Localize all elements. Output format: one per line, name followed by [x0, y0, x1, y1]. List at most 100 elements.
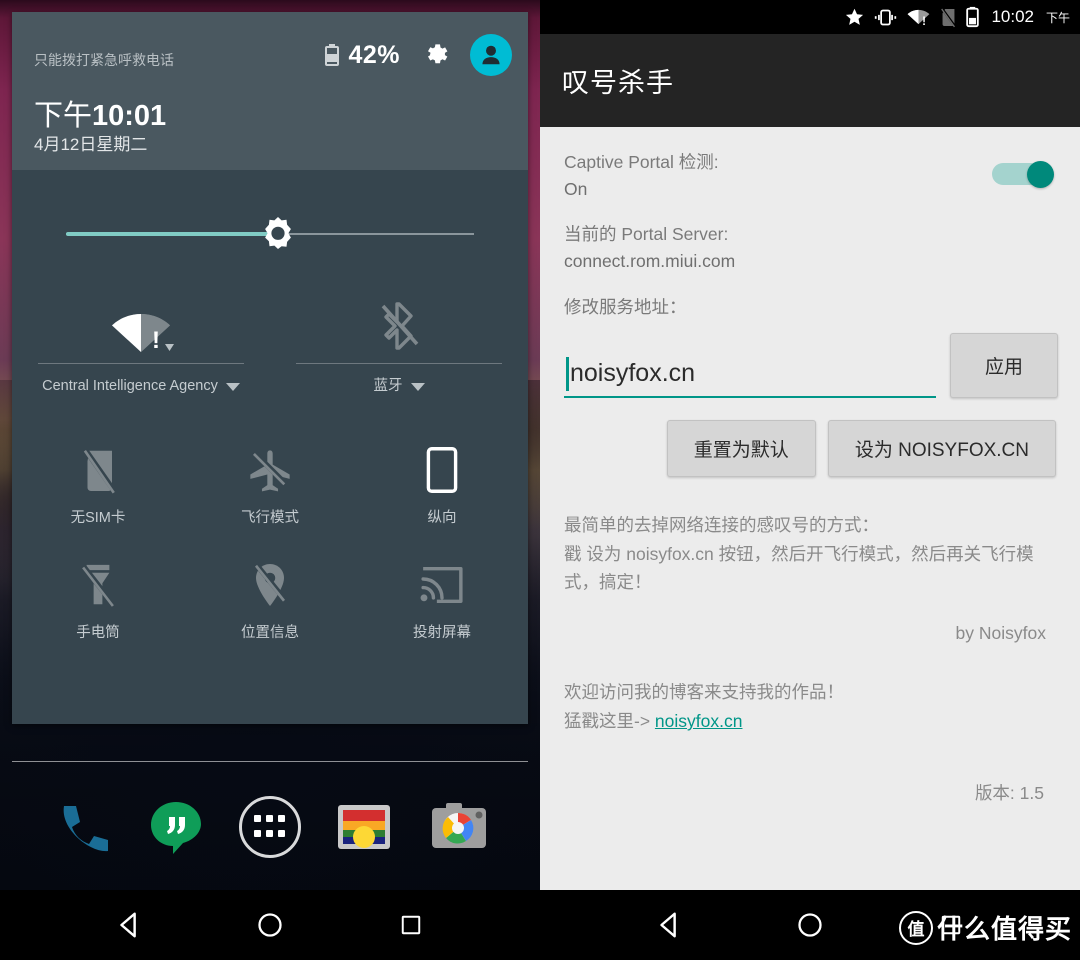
wifi-warning-icon: !	[12, 280, 270, 354]
home-icon[interactable]	[250, 905, 290, 945]
app-content: Captive Portal 检测: On 当前的 Portal Server:…	[540, 127, 1080, 890]
home-icon[interactable]	[790, 905, 830, 945]
brightness-thumb[interactable]	[259, 215, 297, 253]
portrait-rotation-icon	[356, 438, 528, 502]
tile-airplane[interactable]: 飞行模式	[184, 438, 356, 527]
tile-wifi[interactable]: ! Central Intelligence Agency	[12, 280, 270, 430]
location-off-icon	[184, 553, 356, 617]
tile-location[interactable]: 位置信息	[184, 553, 356, 642]
tile-rotation-label: 纵向	[427, 510, 457, 526]
tile-wifi-label: Central Intelligence Agency	[42, 378, 218, 394]
avatar[interactable]	[470, 34, 512, 76]
back-icon[interactable]	[649, 905, 689, 945]
battery-icon	[966, 6, 980, 28]
tile-airplane-label: 飞行模式	[241, 510, 299, 526]
battery-percent-label: 42%	[348, 40, 400, 69]
no-sim-icon	[12, 438, 184, 502]
watermark-text: 什么值得买	[936, 915, 1072, 945]
no-sim-icon	[941, 6, 957, 28]
svg-text:!: !	[923, 15, 927, 27]
shade-header: 只能拨打紧急呼救电话 42% 下午10:01 4月12日星期二	[12, 12, 528, 170]
current-server-value: connect.rom.miui.com	[564, 251, 736, 272]
shade-date: 4月12日星期二	[34, 135, 148, 154]
watermark: 值 什么值得买	[898, 909, 1072, 946]
vibrate-icon	[875, 9, 897, 25]
left-phone-screen: 只能拨打紧急呼救电话 42% 下午10:01 4月12日星期二 ! Centra…	[0, 0, 540, 890]
quick-tiles-grid: 无SIM卡 飞行模式 纵向 手电筒 位置信息 投射屏幕	[12, 438, 528, 642]
home-page-divider	[12, 761, 528, 762]
author-byline: by Noisyfox	[955, 623, 1046, 644]
photos-app-icon[interactable]	[333, 796, 395, 858]
battery-status: 42%	[325, 41, 400, 70]
server-input-row: 应用	[564, 332, 1058, 398]
instructions-text: 最简单的去掉网络连接的感叹号的方式： 戳 设为 noisyfox.cn 按钮，然…	[564, 514, 1034, 593]
tile-location-label: 位置信息	[241, 625, 299, 641]
brightness-fill	[66, 232, 279, 236]
back-icon[interactable]	[109, 905, 149, 945]
version-label: 版本: 1.5	[974, 783, 1044, 803]
cast-screen-icon	[356, 553, 528, 617]
reset-default-button[interactable]: 重置为默认	[666, 419, 816, 477]
airplane-icon	[184, 438, 356, 502]
captive-portal-value: On	[564, 179, 588, 200]
blog-block: 欢迎访问我的博客来支持我的作品！ 猛戳这里-> noisyfox.cn	[564, 678, 1058, 736]
blog-prefix: 猛戳这里->	[564, 711, 655, 732]
tile-rotation[interactable]: 纵向	[356, 438, 528, 527]
nav-buttons-left	[0, 890, 540, 960]
dock	[0, 782, 540, 872]
action-buttons-row: 重置为默认 设为 NOISYFOX.CN	[564, 419, 1058, 477]
shade-clock-time: 10:01	[92, 100, 167, 132]
right-phone-screen: ! 10:02 下午 叹号杀手 Captive Portal 检测: On 当前…	[540, 0, 1080, 890]
apply-button[interactable]: 应用	[949, 332, 1058, 398]
tile-divider	[296, 363, 502, 364]
tile-divider	[38, 363, 244, 364]
watermark-logo: 值	[898, 910, 933, 945]
tile-bluetooth[interactable]: 蓝牙	[270, 280, 528, 430]
blog-line2: 猛戳这里-> noisyfox.cn	[564, 707, 1058, 736]
edit-server-label: 修改服务地址：	[564, 296, 687, 317]
current-server-label: 当前的 Portal Server:	[564, 224, 729, 245]
tile-bluetooth-label-row: 蓝牙	[278, 376, 520, 397]
brightness-slider[interactable]	[66, 217, 474, 249]
battery-icon	[325, 44, 340, 66]
camera-app-icon[interactable]	[428, 796, 490, 858]
captive-portal-toggle[interactable]	[992, 161, 1054, 188]
bluetooth-off-icon	[270, 280, 528, 354]
wifi-warning-icon: !	[908, 9, 930, 27]
shade-clock: 下午10:01	[34, 92, 166, 134]
app-drawer-icon[interactable]	[238, 796, 301, 858]
gear-icon[interactable]	[420, 40, 450, 70]
status-bar-time: 10:02	[991, 7, 1034, 26]
shade-header-icons: 42%	[325, 34, 512, 76]
app-title: 叹号杀手	[562, 68, 674, 98]
tile-flashlight-label: 手电筒	[76, 625, 120, 641]
status-bar: ! 10:02 下午	[540, 0, 1080, 34]
status-bar-ampm: 下午	[1045, 10, 1070, 25]
tile-no-sim[interactable]: 无SIM卡	[12, 438, 184, 527]
blog-line1: 欢迎访问我的博客来支持我的作品！	[564, 682, 844, 703]
chevron-down-icon[interactable]	[225, 382, 240, 391]
captive-portal-status: Captive Portal 检测: On	[564, 149, 719, 203]
blog-link[interactable]: noisyfox.cn	[655, 711, 743, 731]
tile-no-sim-label: 无SIM卡	[70, 510, 126, 526]
set-noisyfox-button[interactable]: 设为 NOISYFOX.CN	[827, 419, 1056, 477]
captive-portal-row: Captive Portal 检测: On	[564, 149, 1058, 203]
home-screen-dock-area	[0, 725, 540, 890]
flashlight-off-icon	[12, 553, 184, 617]
recents-icon[interactable]	[391, 905, 431, 945]
app-bar: 叹号杀手	[540, 34, 1080, 127]
wide-tiles-row: ! Central Intelligence Agency 蓝牙	[12, 280, 528, 430]
tile-cast-label: 投射屏幕	[413, 625, 471, 641]
server-input-wrapper	[564, 354, 936, 398]
quick-settings-shade: 只能拨打紧急呼救电话 42% 下午10:01 4月12日星期二 ! Centra…	[12, 12, 528, 724]
toggle-knob	[1027, 161, 1054, 188]
text-cursor	[566, 356, 569, 391]
current-server-block: 当前的 Portal Server: connect.rom.miui.com	[564, 221, 1058, 275]
chevron-down-icon[interactable]	[410, 382, 425, 391]
server-address-input[interactable]	[564, 354, 936, 398]
hangouts-app-icon[interactable]	[145, 796, 207, 858]
phone-app-icon[interactable]	[50, 796, 112, 858]
tile-flashlight[interactable]: 手电筒	[12, 553, 184, 642]
tile-cast[interactable]: 投射屏幕	[356, 553, 528, 642]
navigation-bar: 值 什么值得买	[0, 890, 1080, 960]
